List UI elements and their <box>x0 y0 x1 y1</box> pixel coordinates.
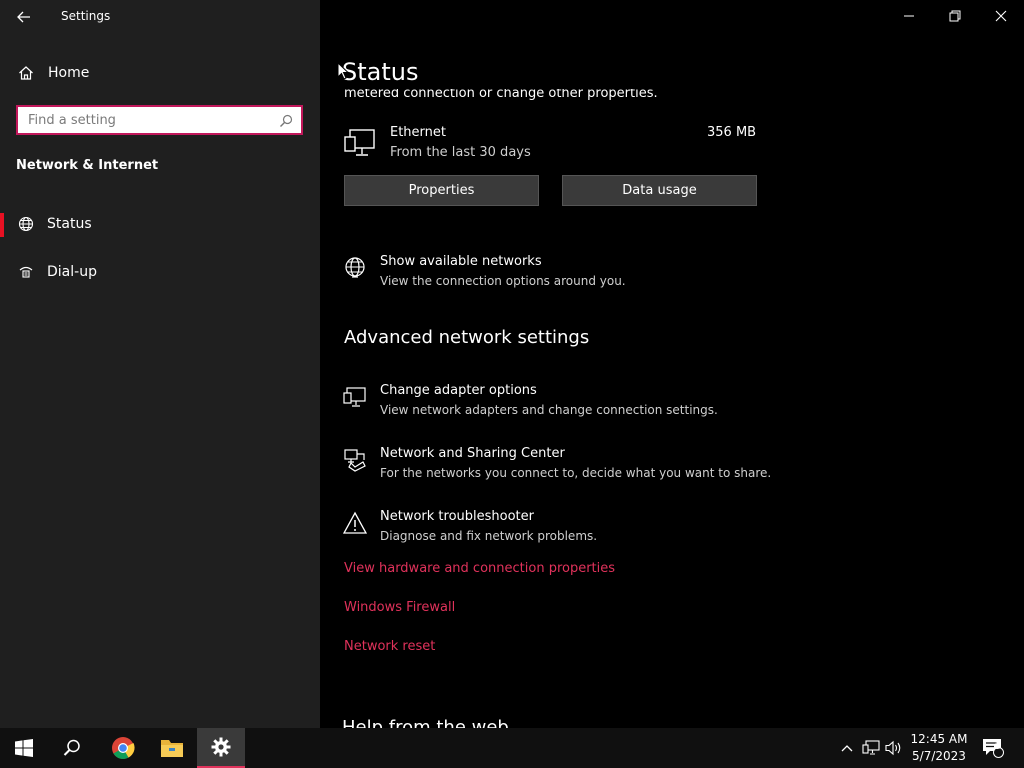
hardware-properties-link[interactable]: View hardware and connection properties <box>344 561 615 576</box>
sidebar-section-title: Network & Internet <box>16 158 159 173</box>
clock-date: 5/7/2023 <box>912 749 966 763</box>
properties-button[interactable]: Properties <box>344 175 539 206</box>
taskbar-clock[interactable]: 12:45 AM 5/7/2023 <box>902 731 976 765</box>
volume-icon <box>885 740 901 756</box>
dialup-icon <box>17 263 35 281</box>
search-icon <box>63 739 80 756</box>
file-explorer-taskbar-button[interactable] <box>148 728 196 768</box>
network-reset-link[interactable]: Network reset <box>344 639 435 654</box>
back-arrow-icon <box>17 11 30 23</box>
page-title: Status <box>342 58 419 86</box>
sidebar-item-status[interactable]: Status <box>0 204 320 244</box>
sidebar-item-label: Home <box>48 65 90 81</box>
search-input[interactable] <box>18 107 268 133</box>
search-box <box>16 105 303 135</box>
folder-icon <box>161 740 183 757</box>
start-button[interactable] <box>0 728 48 768</box>
search-icon[interactable] <box>279 113 293 127</box>
mouse-cursor-icon <box>337 62 349 80</box>
sidebar: Settings Home Network & Internet Status … <box>0 0 320 728</box>
chrome-icon <box>112 737 135 759</box>
globe-icon <box>17 215 35 233</box>
home-icon <box>17 64 35 82</box>
show-networks-subtitle: View the connection options around you. <box>380 274 626 288</box>
data-usage-value: 356 MB <box>707 125 757 140</box>
settings-taskbar-button[interactable] <box>197 728 245 768</box>
warning-icon <box>342 510 368 536</box>
change-adapter-options-subtitle: View network adapters and change connect… <box>380 403 718 417</box>
change-adapter-options-link[interactable]: Change adapter options <box>380 383 537 398</box>
clock-time: 12:45 AM <box>910 732 968 746</box>
globe-icon <box>342 255 368 281</box>
back-button[interactable] <box>10 6 38 28</box>
sidebar-item-home[interactable]: Home <box>0 53 320 93</box>
gear-icon <box>211 737 231 757</box>
chrome-taskbar-button[interactable] <box>99 728 147 768</box>
adapter-icon <box>342 384 368 410</box>
advanced-settings-heading: Advanced network settings <box>344 327 590 348</box>
main-content: Status metered connection or change othe… <box>320 0 1024 728</box>
show-networks-link[interactable]: Show available networks <box>380 254 542 269</box>
notification-count: 1 <box>994 742 1001 752</box>
connection-name: Ethernet <box>390 125 446 140</box>
troubleshooter-link[interactable]: Network troubleshooter <box>380 509 534 524</box>
sidebar-item-label: Dial-up <box>47 264 97 280</box>
connection-subtitle: From the last 30 days <box>390 145 531 160</box>
chevron-up-icon <box>841 745 853 752</box>
network-icon <box>862 740 880 755</box>
search-button[interactable] <box>48 728 96 768</box>
network-tray-button[interactable] <box>860 728 882 768</box>
help-heading: Help from the web <box>342 717 509 728</box>
action-center-button[interactable]: 1 <box>980 728 1006 768</box>
sharing-icon <box>342 447 368 473</box>
sharing-center-subtitle: For the networks you connect to, decide … <box>380 466 772 480</box>
windows-logo-icon <box>15 739 33 757</box>
partial-description: metered connection or change other prope… <box>344 89 658 101</box>
sidebar-item-label: Status <box>47 216 92 232</box>
show-hidden-icons-button[interactable] <box>836 728 858 768</box>
taskbar: 12:45 AM 5/7/2023 1 <box>0 728 1024 768</box>
app-title: Settings <box>61 9 111 23</box>
sharing-center-link[interactable]: Network and Sharing Center <box>380 446 565 461</box>
windows-firewall-link[interactable]: Windows Firewall <box>344 600 455 615</box>
sidebar-item-dialup[interactable]: Dial-up <box>0 252 320 292</box>
ethernet-icon <box>344 127 378 159</box>
troubleshooter-subtitle: Diagnose and fix network problems. <box>380 529 598 543</box>
data-usage-button[interactable]: Data usage <box>562 175 757 206</box>
